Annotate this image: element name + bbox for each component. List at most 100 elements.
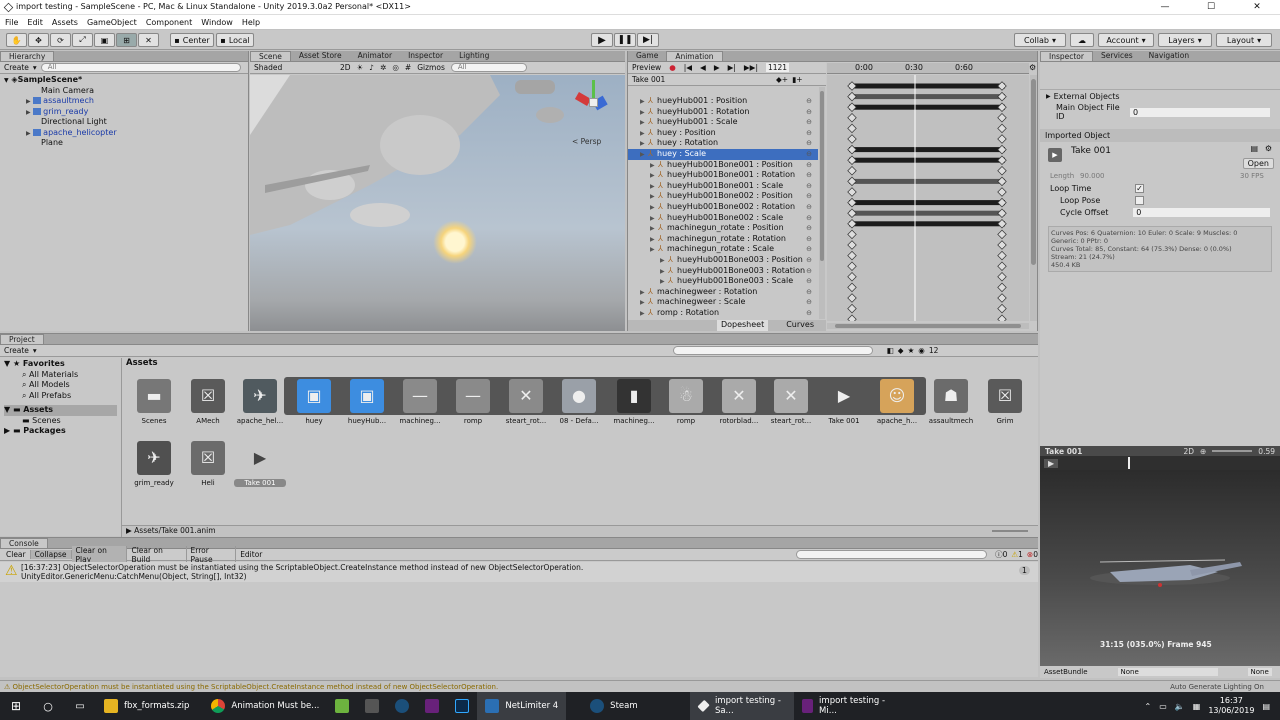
hand-tool-icon[interactable]: ✋ bbox=[6, 33, 27, 47]
search-button[interactable]: ○ bbox=[32, 700, 64, 713]
preview-2d-toggle[interactable]: 2D bbox=[1183, 447, 1194, 456]
keyframe[interactable] bbox=[997, 261, 1007, 271]
assetbundle-dropdown[interactable]: None bbox=[1117, 668, 1218, 676]
keyframe[interactable] bbox=[847, 293, 857, 303]
animation-property-row[interactable]: ▶ ⅄ hueyHub001Bone001 : Position ⊖ bbox=[628, 160, 818, 171]
timeline-ruler[interactable]: 0:00 0:30 0:60 bbox=[827, 63, 1029, 74]
hierarchy-item-apache-helicopter[interactable]: ▶ apache_helicopter bbox=[4, 128, 248, 139]
open-button[interactable]: Open bbox=[1242, 158, 1274, 169]
property-options-icon[interactable]: ⊖ bbox=[806, 297, 812, 308]
play-anim-icon[interactable]: ▶ bbox=[714, 63, 720, 72]
language-icon[interactable]: ▦ bbox=[1193, 702, 1201, 711]
tab-asset-store[interactable]: Asset Store bbox=[291, 51, 350, 61]
dopesheet-keyframes[interactable] bbox=[827, 75, 1029, 321]
close-button[interactable]: ✕ bbox=[1234, 0, 1280, 15]
custom-tool-icon[interactable]: ✕ bbox=[138, 33, 159, 47]
cycle-offset-field[interactable]: 0 bbox=[1133, 207, 1270, 217]
keyframe[interactable] bbox=[847, 166, 857, 176]
asset-item[interactable]: ☗ assaultmech bbox=[925, 379, 977, 425]
keyframe[interactable] bbox=[997, 240, 1007, 250]
hierarchy-item-plane[interactable]: Plane bbox=[4, 138, 248, 149]
pivot-toggle-icon[interactable]: ⊕ bbox=[1200, 447, 1206, 456]
keyframe[interactable] bbox=[997, 91, 1007, 102]
keyframe[interactable] bbox=[847, 208, 857, 218]
keyframe[interactable] bbox=[997, 134, 1007, 144]
asset-item[interactable]: ✈ apache_hel... bbox=[234, 379, 286, 425]
prev-key-icon[interactable]: ◀ bbox=[700, 63, 706, 72]
keyframe[interactable] bbox=[847, 250, 857, 261]
account-dropdown[interactable]: Account ▾ bbox=[1098, 33, 1154, 47]
menu-file[interactable]: File bbox=[5, 18, 18, 27]
property-options-icon[interactable]: ⊖ bbox=[806, 160, 812, 171]
filter-label-icon[interactable]: ◆ bbox=[898, 346, 904, 355]
clip-dropdown[interactable]: Take 001 bbox=[632, 75, 772, 84]
taskbar-calculator[interactable] bbox=[357, 692, 387, 720]
tab-services[interactable]: Services bbox=[1093, 51, 1141, 61]
frame-field[interactable]: 1121 bbox=[765, 63, 790, 72]
asset-item[interactable]: ✕ steart_rot... bbox=[500, 379, 552, 425]
asset-item[interactable]: ▮ machineg... bbox=[608, 379, 660, 425]
expand-icon[interactable]: ▶ bbox=[26, 109, 31, 116]
effects-icon[interactable]: ✲ bbox=[380, 63, 386, 72]
scale-tool-icon[interactable]: ⤢ bbox=[72, 33, 93, 47]
hierarchy-item-grim-ready[interactable]: ▶ grim_ready bbox=[4, 107, 248, 118]
keyframe[interactable] bbox=[997, 272, 1007, 282]
asset-item[interactable]: ▶ Take 001 bbox=[234, 441, 286, 487]
animation-property-row[interactable]: ▶ ⅄ huey : Rotation ⊖ bbox=[628, 138, 818, 149]
tab-console[interactable]: Console bbox=[0, 538, 48, 548]
speed-slider[interactable] bbox=[1212, 450, 1253, 452]
keyframe[interactable] bbox=[997, 144, 1007, 155]
pivot-local-button[interactable]: ▪ Local bbox=[216, 33, 254, 47]
animation-property-row[interactable]: ▶ ⅄ machinegweer : Scale ⊖ bbox=[628, 297, 818, 308]
keyframe[interactable] bbox=[997, 176, 1007, 187]
property-options-icon[interactable]: ⊖ bbox=[806, 96, 812, 107]
assetbundle-variant-dropdown[interactable]: None bbox=[1247, 668, 1272, 676]
step-button[interactable]: ▶| bbox=[637, 33, 659, 47]
property-options-icon[interactable]: ⊖ bbox=[806, 181, 812, 192]
hierarchy-item-assaultmech[interactable]: ▶ assaultmech bbox=[4, 96, 248, 107]
favorite-icon[interactable]: ★ bbox=[908, 346, 915, 355]
hidden-objects-icon[interactable]: ◎ bbox=[392, 63, 399, 72]
animation-property-row[interactable]: ▶ ⅄ machinegun_rotate : Scale ⊖ bbox=[628, 244, 818, 255]
property-options-icon[interactable]: ⊖ bbox=[806, 287, 812, 298]
asset-item[interactable]: ☺ apache_h... bbox=[871, 379, 923, 425]
menu-edit[interactable]: Edit bbox=[27, 18, 43, 27]
keyframe[interactable] bbox=[847, 282, 857, 293]
asset-item[interactable]: ✕ steart_rot... bbox=[765, 379, 817, 425]
gear-icon[interactable]: ⚙ bbox=[1265, 144, 1272, 153]
chevron-up-icon[interactable]: ⌃ bbox=[1145, 702, 1152, 711]
fav-all-materials[interactable]: ⌕ All Materials bbox=[4, 370, 117, 381]
asset-item[interactable]: ▣ hueyHub... bbox=[341, 379, 393, 425]
network-icon[interactable]: ▭ bbox=[1159, 702, 1167, 711]
keyframe[interactable] bbox=[847, 314, 857, 321]
sun-light-icon[interactable] bbox=[433, 220, 477, 264]
clear-button[interactable]: Clear bbox=[2, 550, 31, 559]
play-button[interactable]: ▶ bbox=[591, 33, 613, 47]
keyframe[interactable] bbox=[997, 219, 1007, 229]
packages-folder[interactable]: ▶ ▬ Packages bbox=[4, 426, 117, 437]
toggle-2d-button[interactable]: 2D bbox=[340, 63, 351, 72]
preview-scrubber[interactable] bbox=[1128, 457, 1131, 469]
property-options-icon[interactable]: ⊖ bbox=[806, 308, 812, 318]
property-scrollbar[interactable] bbox=[819, 87, 825, 319]
warning-icon[interactable]: ⚠ bbox=[1011, 550, 1018, 559]
preview-button[interactable]: Preview bbox=[632, 63, 661, 72]
scene-viewport[interactable]: < Persp bbox=[250, 75, 625, 331]
tab-navigation[interactable]: Navigation bbox=[1141, 51, 1197, 61]
keyframe[interactable] bbox=[847, 240, 857, 250]
keyframe[interactable] bbox=[847, 81, 857, 91]
cloud-button[interactable]: ☁ bbox=[1070, 33, 1094, 47]
expand-icon[interactable]: ▶ bbox=[26, 98, 31, 105]
tab-project[interactable]: Project bbox=[0, 334, 44, 344]
keyframe[interactable] bbox=[847, 155, 857, 165]
keyframe[interactable] bbox=[997, 81, 1007, 91]
rotate-tool-icon[interactable]: ⟳ bbox=[50, 33, 71, 47]
asset-item[interactable]: ▬ Scenes bbox=[128, 379, 180, 425]
tab-inspector[interactable]: Inspector bbox=[400, 51, 451, 61]
asset-item[interactable]: ☒ AMech bbox=[182, 379, 234, 425]
next-key-icon[interactable]: ▶| bbox=[728, 63, 736, 72]
record-icon[interactable]: ● bbox=[669, 63, 676, 72]
tab-animation[interactable]: Animation bbox=[666, 51, 723, 61]
property-options-icon[interactable]: ⊖ bbox=[806, 213, 812, 224]
asset-item[interactable]: ✈ grim_ready bbox=[128, 441, 180, 487]
